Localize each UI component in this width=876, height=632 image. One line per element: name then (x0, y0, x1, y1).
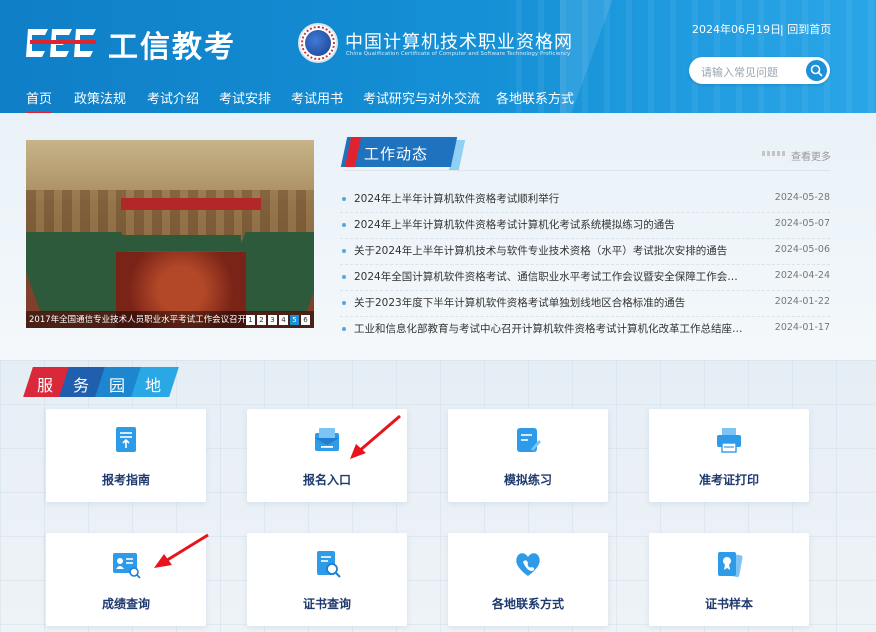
slide-page-button[interactable]: 2 (257, 315, 266, 325)
service-card-local-contacts[interactable]: 各地联系方式 (448, 533, 608, 626)
service-card-practice[interactable]: 模拟练习 (448, 409, 608, 502)
service-card-label: 报名入口 (302, 473, 351, 487)
services-title-char: 务 (73, 376, 90, 395)
service-card-label: 报考指南 (101, 473, 150, 487)
services-title-char: 地 (145, 376, 162, 395)
practice-edit-icon (517, 428, 541, 452)
red-arrow-annotation (154, 533, 209, 568)
news-item-title[interactable]: 2024年全国计算机软件资格考试、通信职业水平考试工作会议暨安全保障工作会… (354, 269, 754, 284)
divider (344, 170, 830, 171)
news-item-date: 2024-05-06 (774, 244, 830, 255)
slideshow-pager: 1 2 3 4 5 6 (246, 315, 310, 325)
slide-page-button[interactable]: 6 (301, 315, 310, 325)
service-card-label: 各地联系方式 (491, 597, 564, 611)
slideshow-caption[interactable]: 2017年全国通信专业技术人员职业水平考试工作会议召开 (29, 313, 246, 325)
news-item-title[interactable]: 2024年上半年计算机软件资格考试计算机化考试系统模拟练习的通告 (354, 217, 754, 232)
slide-page-button-active[interactable]: 5 (290, 315, 299, 325)
qualification-emblem-icon (298, 23, 338, 63)
ceec-logo-icon[interactable] (26, 25, 100, 61)
nav-exam-books[interactable]: 考试用书 (291, 88, 343, 113)
printer-icon (717, 428, 741, 453)
search-button[interactable] (806, 60, 827, 81)
search-box[interactable]: 请输入常见问题 (689, 57, 830, 84)
service-card-admission-print[interactable]: 准考证打印 (649, 409, 809, 502)
news-section-title: 工作动态 (364, 145, 429, 163)
news-item[interactable]: 2024年全国计算机软件资格考试、通信职业水平考试工作会议暨安全保障工作会… 2… (340, 265, 830, 291)
site-subtitle: China Qualification Certificate of Compu… (346, 51, 571, 57)
slide-page-button[interactable]: 1 (246, 315, 255, 325)
nav-exam-schedule[interactable]: 考试安排 (219, 88, 271, 113)
bullet-icon (342, 249, 346, 253)
nav-exam-intro[interactable]: 考试介绍 (147, 88, 199, 113)
service-card-label: 准考证打印 (698, 473, 759, 487)
news-slideshow[interactable]: 2017年全国通信专业技术人员职业水平考试工作会议召开 1 2 3 4 5 6 (26, 140, 314, 328)
service-card-label: 成绩查询 (101, 597, 150, 611)
news-item-title[interactable]: 关于2023年度下半年计算机软件资格考试单独划线地区合格标准的通告 (354, 295, 754, 310)
services-title-char: 园 (109, 376, 126, 395)
more-decoration (762, 151, 786, 156)
score-card-icon (113, 553, 141, 579)
contact-heart-icon (516, 553, 540, 576)
nav-policy[interactable]: 政策法规 (74, 88, 126, 113)
news-item[interactable]: 2024年上半年计算机软件资格考试顺利举行 2024-05-28 (340, 187, 830, 213)
bullet-icon (342, 327, 346, 331)
view-more-link[interactable]: 查看更多 (791, 148, 831, 163)
service-card-label: 证书样本 (704, 597, 753, 611)
slide-page-button[interactable]: 4 (279, 315, 288, 325)
news-item-title[interactable]: 工业和信息化部教育与考试中心召开计算机软件资格考试计算机化改革工作总结座… (354, 321, 754, 336)
services-title: 服 务 园 地 (18, 367, 188, 397)
bullet-icon (342, 275, 346, 279)
news-item-date: 2024-01-22 (774, 296, 830, 307)
news-item-date: 2024-01-17 (774, 322, 830, 333)
news-item[interactable]: 关于2024年上半年计算机技术与软件专业技术资格（水平）考试批次安排的通告 20… (340, 239, 830, 265)
news-item-date: 2024-05-07 (774, 218, 830, 229)
service-card-label: 证书查询 (302, 597, 351, 611)
service-card-certificate-query[interactable]: 证书查询 (247, 533, 407, 626)
certificate-search-icon (317, 551, 341, 578)
nav-research-exchange[interactable]: 考试研究与对外交流 (363, 88, 480, 113)
services-title-char: 服 (37, 376, 54, 395)
certificate-sample-icon (718, 552, 743, 578)
service-card-guide[interactable]: 报考指南 (46, 409, 206, 502)
service-card-label: 模拟练习 (503, 473, 552, 487)
news-item-title[interactable]: 2024年上半年计算机软件资格考试顺利举行 (354, 191, 754, 206)
home-link[interactable]: | 回到首页 (780, 21, 831, 37)
news-item-date: 2024-05-28 (774, 192, 830, 203)
search-icon (810, 64, 823, 77)
site-header: 工信教考 中国计算机技术职业资格网 China Qualification Ce… (0, 0, 876, 113)
bullet-icon (342, 197, 346, 201)
nav-local-contacts[interactable]: 各地联系方式 (496, 88, 574, 113)
slide-page-button[interactable]: 3 (268, 315, 277, 325)
red-arrow-annotation (350, 414, 401, 459)
current-date: 2024年06月19日 (692, 23, 781, 36)
bullet-icon (342, 301, 346, 305)
registration-mail-icon (315, 428, 339, 451)
service-card-certificate-sample[interactable]: 证书样本 (649, 533, 809, 626)
news-section-tab: 工作动态 (340, 137, 466, 170)
news-item[interactable]: 关于2023年度下半年计算机软件资格考试单独划线地区合格标准的通告 2024-0… (340, 291, 830, 317)
logo-text[interactable]: 工信教考 (108, 22, 236, 66)
meeting-banner (121, 198, 261, 210)
guide-doc-icon (116, 427, 136, 452)
news-item-title[interactable]: 关于2024年上半年计算机技术与软件专业技术资格（水平）考试批次安排的通告 (354, 243, 754, 258)
news-item[interactable]: 2024年上半年计算机软件资格考试计算机化考试系统模拟练习的通告 2024-05… (340, 213, 830, 239)
nav-home[interactable]: 首页 (26, 88, 53, 113)
news-item-date: 2024-04-24 (774, 270, 830, 281)
news-item[interactable]: 工业和信息化部教育与考试中心召开计算机软件资格考试计算机化改革工作总结座… 20… (340, 317, 830, 343)
bullet-icon (342, 223, 346, 227)
search-input[interactable]: 请输入常见问题 (701, 64, 778, 80)
